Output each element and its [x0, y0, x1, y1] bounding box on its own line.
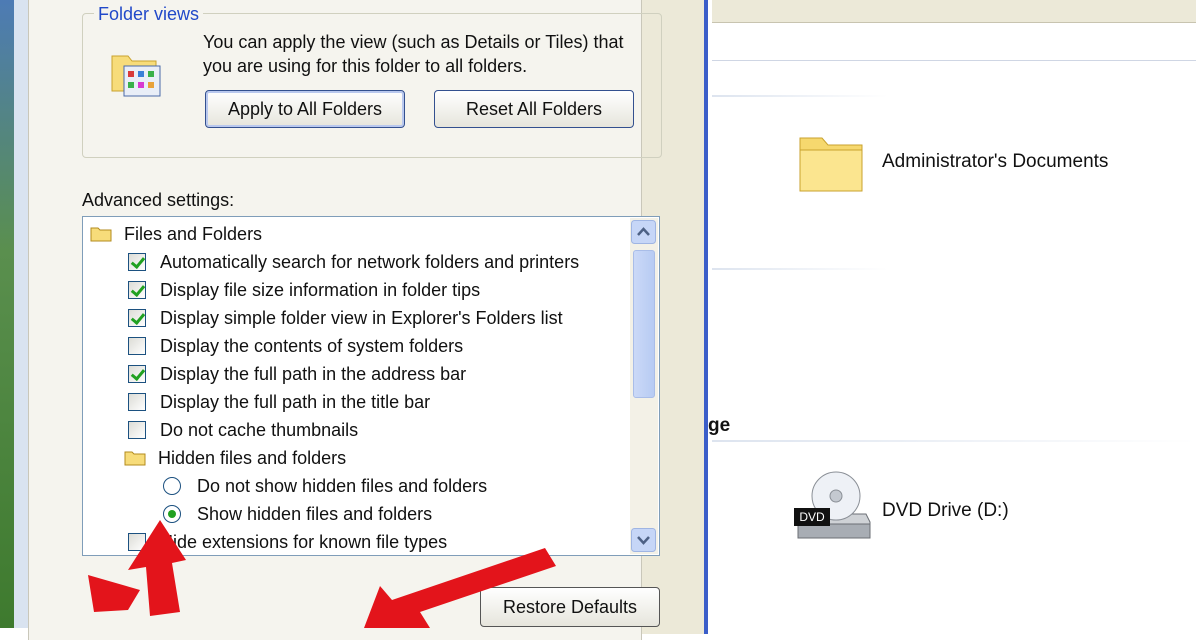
setting-label: Hide extensions for known file types	[160, 531, 448, 552]
setting-label: Display file size information in folder …	[160, 279, 481, 300]
scroll-up-arrow-icon[interactable]	[631, 220, 656, 244]
radio-button[interactable]	[163, 477, 181, 495]
dvd-drive-label[interactable]: DVD Drive (D:)	[882, 500, 1009, 522]
group-hidden-files: Hidden files and folders	[124, 444, 346, 472]
dvd-badge: DVD	[799, 510, 825, 524]
section-divider	[712, 440, 1196, 442]
radio-button[interactable]	[163, 505, 181, 523]
desktop-background	[0, 0, 14, 628]
setting-label: Do not cache thumbnails	[160, 419, 359, 440]
checkbox[interactable]	[128, 281, 146, 299]
setting-item[interactable]: Automatically search for network folders…	[128, 248, 579, 276]
setting-item[interactable]: Display simple folder view in Explorer's…	[128, 304, 563, 332]
group-label: Files and Folders	[124, 223, 263, 244]
scroll-down-arrow-icon[interactable]	[631, 528, 656, 552]
radio-label: Do not show hidden files and folders	[197, 475, 488, 496]
storage-group-header: ge	[708, 415, 731, 436]
checkbox[interactable]	[128, 365, 146, 383]
group-files-and-folders: Files and Folders	[90, 220, 262, 248]
checkbox[interactable]	[128, 253, 146, 271]
checkbox[interactable]	[128, 393, 146, 411]
scrollbar-thumb[interactable]	[633, 250, 655, 398]
explorer-toolbar	[712, 0, 1196, 23]
folder-icon	[90, 227, 112, 242]
setting-item[interactable]: Display the contents of system folders	[128, 332, 463, 360]
dvd-drive-icon[interactable]: DVD	[792, 466, 876, 550]
setting-label: Display the full path in the address bar	[160, 363, 467, 384]
setting-label: Display simple folder view in Explorer's…	[160, 307, 563, 328]
checkbox[interactable]	[128, 309, 146, 327]
section-divider	[712, 268, 888, 270]
administrators-documents-label[interactable]: Administrator's Documents	[882, 151, 1108, 173]
checkbox[interactable]	[128, 337, 146, 355]
advanced-settings-label: Advanced settings:	[82, 190, 235, 210]
restore-defaults-button[interactable]: Restore Defaults	[480, 587, 660, 627]
folder-views-title: Folder views	[94, 4, 204, 25]
folder-icon[interactable]	[796, 128, 866, 198]
folder-icon	[124, 451, 146, 466]
folder-views-icon	[111, 55, 161, 97]
setting-item[interactable]: Display file size information in folder …	[128, 276, 480, 304]
setting-label: Display the contents of system folders	[160, 335, 464, 356]
setting-label: Automatically search for network folders…	[160, 251, 580, 272]
group-label: Hidden files and folders	[158, 447, 347, 468]
setting-label: Display the full path in the title bar	[160, 391, 431, 412]
setting-item[interactable]: Hide extensions for known file types	[128, 528, 447, 556]
radio-item[interactable]: Do not show hidden files and folders	[163, 472, 487, 500]
folder-views-description: You can apply the view (such as Details …	[203, 32, 624, 76]
setting-item[interactable]: Display the full path in the title bar	[128, 388, 430, 416]
checkbox[interactable]	[128, 421, 146, 439]
apply-to-all-folders-button[interactable]: Apply to All Folders	[205, 90, 405, 128]
reset-all-folders-button[interactable]: Reset All Folders	[434, 90, 634, 128]
radio-item[interactable]: Show hidden files and folders	[163, 500, 432, 528]
checkbox[interactable]	[128, 533, 146, 551]
setting-item[interactable]: Do not cache thumbnails	[128, 416, 358, 444]
explorer-address-bar[interactable]	[712, 24, 1196, 61]
section-divider	[712, 95, 888, 97]
setting-item[interactable]: Display the full path in the address bar	[128, 360, 466, 388]
radio-label: Show hidden files and folders	[197, 503, 433, 524]
